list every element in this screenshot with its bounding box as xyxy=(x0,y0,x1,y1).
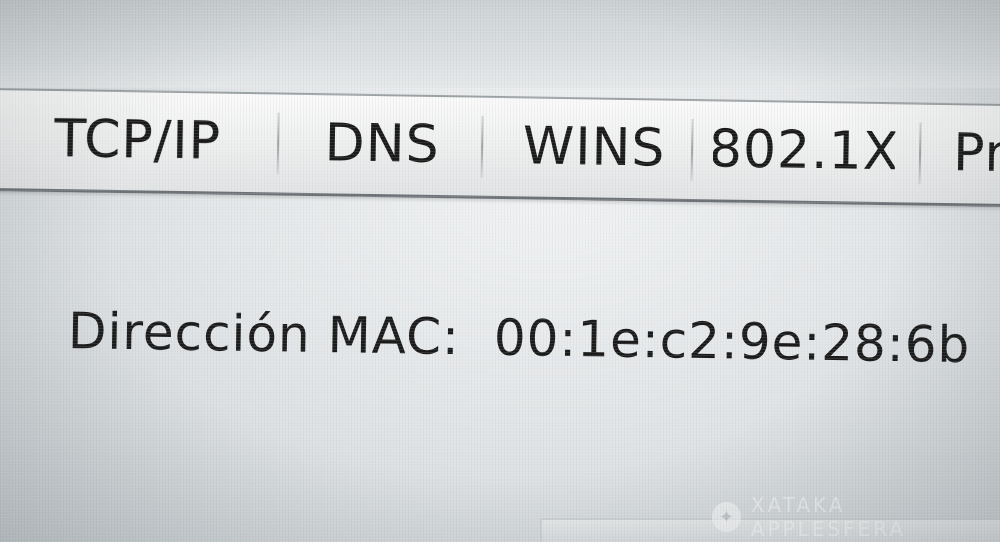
mac-address-row: Dirección MAC: 00:1e:c2:9e:28:6b xyxy=(68,302,971,374)
tab-802-1x[interactable]: 802.1X xyxy=(713,113,896,188)
tab-proxies[interactable]: Pr xyxy=(953,117,1000,190)
tab-tcp-ip-label: TCP/IP xyxy=(53,109,222,172)
watermark-logo-icon: ✦ xyxy=(712,502,741,532)
tab-dns[interactable]: DNS xyxy=(307,107,458,181)
window-top-area xyxy=(0,0,1000,88)
screen: { "tabs": [ {"label": "TCP/IP", "selecte… xyxy=(0,0,1000,542)
tab-separator xyxy=(480,115,484,178)
tab-wins-label: WINS xyxy=(522,116,666,179)
tab-wins[interactable]: WINS xyxy=(509,110,680,185)
tab-separator xyxy=(690,119,694,182)
tab-proxies-label: Pr xyxy=(952,123,1000,184)
tab-content-panel: Dirección MAC: 00:1e:c2:9e:28:6b xyxy=(0,190,1000,542)
tab-dns-label: DNS xyxy=(324,113,441,176)
watermark-text: XATAKA APPLESFERA xyxy=(750,493,907,541)
tab-802-1x-label: 802.1X xyxy=(712,119,896,183)
mac-address-label: Dirección MAC: xyxy=(67,302,461,367)
tab-separator xyxy=(918,122,922,185)
mac-address-value: 00:1e:c2:9e:28:6b xyxy=(493,308,971,375)
tab-tcp-ip[interactable]: TCP/IP xyxy=(35,103,241,178)
tab-separator xyxy=(276,112,280,175)
watermark: ✦ XATAKA APPLESFERA xyxy=(712,493,1000,541)
